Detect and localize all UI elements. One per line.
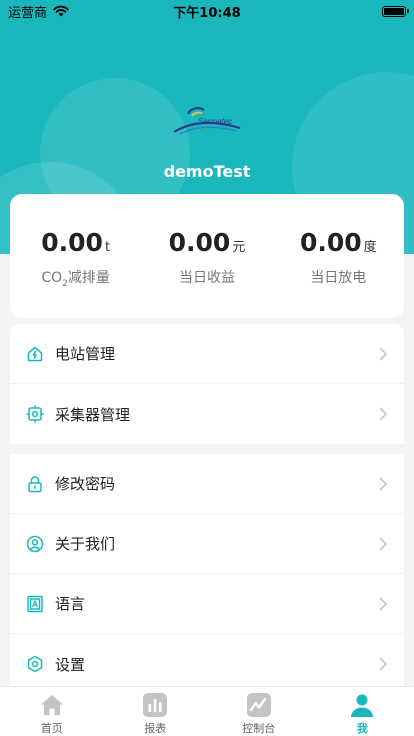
- stat-discharge: 0.00 度 当日放电: [273, 194, 404, 318]
- bottom-tab-bar: 首页 报表 控制台 我: [0, 686, 414, 736]
- stat-unit: 度: [363, 240, 377, 255]
- menu-item-about-us[interactable]: 关于我们: [10, 514, 404, 574]
- user-circle-icon: [26, 535, 44, 553]
- status-time: 下午10:48: [173, 5, 241, 21]
- chevron-right-icon: [379, 346, 388, 361]
- menu-group-station: 电站管理 采集器管理: [10, 324, 404, 444]
- stat-value: 0.00: [168, 228, 231, 257]
- stat-label: 当日收益: [178, 270, 235, 286]
- menu-group-account: 修改密码 关于我们 语言 设置: [10, 454, 404, 686]
- stat-unit: 元: [232, 240, 246, 255]
- stat-value: 0.00: [41, 228, 103, 257]
- menu-item-language[interactable]: 语言: [10, 574, 404, 634]
- stat-label: 当日放电: [310, 270, 367, 286]
- tab-label: 报表: [144, 722, 167, 735]
- lock-icon: [26, 475, 44, 493]
- tab-label: 控制台: [242, 722, 276, 735]
- stat-co2: 0.00 t CO2减排量: [10, 194, 141, 318]
- battery-icon: [382, 5, 409, 17]
- menu-item-collector-management[interactable]: 采集器管理: [10, 384, 404, 444]
- home-icon: [40, 695, 63, 715]
- chevron-right-icon: [379, 596, 388, 611]
- menu-item-settings[interactable]: 设置: [10, 634, 404, 694]
- stat-value: 0.00: [299, 228, 362, 257]
- tab-label: 首页: [40, 722, 63, 735]
- stat-income: 0.00 元 当日收益: [141, 194, 272, 318]
- tab-home[interactable]: 首页: [0, 687, 104, 736]
- console-icon: [246, 693, 271, 717]
- home-bolt-icon: [26, 345, 44, 363]
- sermatec-logo: Sermatec: [173, 107, 241, 135]
- stats-card: 0.00 t CO2减排量 0.00 元 当日收益 0.00 度 当日放电: [10, 194, 404, 318]
- tab-label: 我: [356, 722, 368, 735]
- menu-item-change-password[interactable]: 修改密码: [10, 454, 404, 514]
- menu-label: 语言: [55, 595, 86, 613]
- menu-label: 采集器管理: [55, 405, 131, 424]
- chip-icon: [26, 405, 44, 423]
- menu-label: 设置: [55, 655, 86, 674]
- menu-label: 关于我们: [55, 535, 116, 553]
- settings-hex-icon: [26, 655, 44, 673]
- bar-chart-icon: [143, 693, 168, 717]
- chevron-right-icon: [379, 476, 388, 491]
- status-bar: 运营商 下午10:48: [0, 0, 414, 22]
- tab-console[interactable]: 控制台: [207, 687, 311, 736]
- stat-unit: t: [104, 240, 111, 255]
- logo-text: Sermatec: [198, 117, 232, 126]
- tab-me[interactable]: 我: [311, 687, 414, 736]
- stat-label: CO2减排量: [41, 270, 110, 289]
- chevron-right-icon: [379, 407, 388, 421]
- language-icon: [26, 595, 44, 613]
- chevron-right-icon: [379, 657, 388, 671]
- tab-reports[interactable]: 报表: [104, 687, 208, 736]
- menu-label: 修改密码: [55, 475, 116, 493]
- menu-item-station-management[interactable]: 电站管理: [10, 324, 404, 384]
- person-icon: [351, 694, 374, 717]
- chevron-right-icon: [379, 536, 388, 551]
- menu-label: 电站管理: [55, 345, 116, 363]
- username: demoTest: [163, 162, 251, 181]
